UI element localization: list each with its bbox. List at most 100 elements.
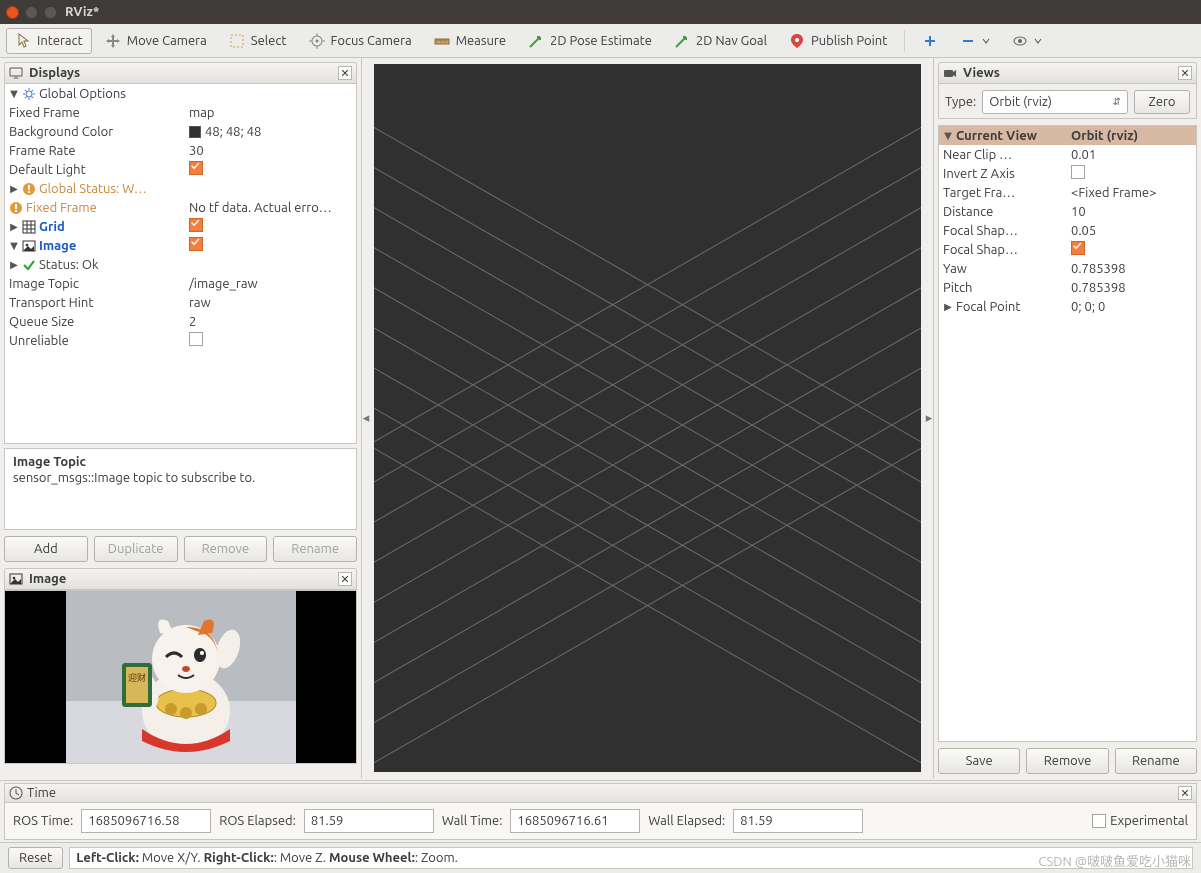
grid-label[interactable]: Grid [39, 220, 65, 234]
type-label: Type: [945, 95, 976, 109]
ros-time-input[interactable]: 1685096716.58 [81, 809, 211, 833]
expander-icon[interactable]: ▶ [943, 301, 953, 313]
invert-z-checkbox[interactable] [1071, 165, 1085, 179]
plus-icon [922, 33, 938, 49]
add-button[interactable]: Add [4, 536, 88, 562]
views-panel-header[interactable]: Views ✕ [938, 62, 1197, 84]
camera-image: 迎财 [5, 591, 356, 763]
status-bar: Reset Left-Click: Move X/Y. Right-Click:… [0, 842, 1201, 873]
image-panel-header[interactable]: Image ✕ [4, 568, 357, 590]
frame-rate-label: Frame Rate [9, 144, 76, 158]
add-tool-button[interactable] [913, 28, 947, 54]
expander-icon[interactable]: ▶ [9, 183, 19, 195]
yaw-value[interactable]: 0.785398 [1067, 262, 1196, 276]
time-close-button[interactable]: ✕ [1178, 786, 1192, 800]
publish-point-button[interactable]: Publish Point [780, 28, 896, 54]
status-hint: Left-Click: Move X/Y. Right-Click:: Move… [69, 847, 1193, 869]
window-maximize-button[interactable] [44, 6, 57, 19]
measure-button[interactable]: Measure [425, 28, 515, 54]
zero-button[interactable]: Zero [1134, 90, 1190, 114]
nav-goal-button[interactable]: 2D Nav Goal [665, 28, 776, 54]
fixed-frame-value[interactable]: map [185, 106, 356, 120]
remove-tool-button[interactable] [951, 28, 999, 54]
warning-icon [9, 201, 23, 215]
select-button[interactable]: Select [220, 28, 296, 54]
window-minimize-button[interactable] [25, 6, 38, 19]
target-frame-value[interactable]: <Fixed Frame> [1067, 186, 1196, 200]
displays-close-button[interactable]: ✕ [338, 66, 352, 80]
ros-elapsed-input[interactable]: 81.59 [304, 809, 434, 833]
image-panel-close-button[interactable]: ✕ [338, 572, 352, 586]
window-title: RViz* [65, 5, 99, 19]
queue-size-value[interactable]: 2 [185, 315, 356, 329]
image-topic-value[interactable]: /image_raw [185, 277, 356, 291]
warning-icon [22, 182, 36, 196]
global-status-label: Global Status: W… [39, 182, 147, 196]
experimental-checkbox[interactable] [1092, 814, 1106, 828]
rename-button[interactable]: Rename [273, 536, 357, 562]
rename-view-button[interactable]: Rename [1115, 748, 1197, 774]
view-type-select[interactable]: Orbit (rviz) ⇵ [982, 90, 1128, 114]
reset-button[interactable]: Reset [8, 847, 63, 869]
bg-color-value[interactable]: 48; 48; 48 [185, 125, 356, 139]
interact-button[interactable]: Interact [6, 28, 92, 54]
image-status-label: Status: Ok [39, 258, 99, 272]
interact-label: Interact [37, 34, 83, 48]
pose-estimate-icon [528, 33, 544, 49]
nav-goal-label: 2D Nav Goal [696, 34, 767, 48]
wall-elapsed-label: Wall Elapsed: [648, 814, 725, 828]
remove-view-button[interactable]: Remove [1026, 748, 1108, 774]
wall-time-input[interactable]: 1685096716.61 [510, 809, 640, 833]
remove-button[interactable]: Remove [184, 536, 268, 562]
default-light-checkbox[interactable] [189, 161, 203, 175]
expander-icon[interactable]: ▶ [9, 259, 19, 271]
invert-z-label: Invert Z Axis [943, 167, 1015, 181]
chevron-up-down-icon: ⇵ [1113, 96, 1121, 108]
image-topic-label: Image Topic [9, 277, 79, 291]
move-camera-icon [105, 33, 121, 49]
grid-checkbox[interactable] [189, 218, 203, 232]
wall-time-label: Wall Time: [442, 814, 503, 828]
pitch-value[interactable]: 0.785398 [1067, 281, 1196, 295]
transport-hint-value[interactable]: raw [185, 296, 356, 310]
focal-shape-size-label: Focal Shap… [943, 224, 1018, 238]
expander-icon[interactable]: ▼ [9, 88, 19, 100]
3d-viewport[interactable] [374, 64, 921, 772]
distance-value[interactable]: 10 [1067, 205, 1196, 219]
right-collapse-handle[interactable]: ▸ [925, 58, 933, 778]
camera-icon [943, 66, 957, 80]
unreliable-checkbox[interactable] [189, 332, 203, 346]
duplicate-button[interactable]: Duplicate [94, 536, 178, 562]
help-body: sensor_msgs::Image topic to subscribe to… [13, 471, 348, 485]
near-clip-value[interactable]: 0.01 [1067, 148, 1196, 162]
focus-camera-label: Focus Camera [331, 34, 412, 48]
displays-panel-header[interactable]: Displays ✕ [4, 62, 357, 84]
measure-icon [434, 33, 450, 49]
left-collapse-handle[interactable]: ◂ [362, 58, 370, 778]
focal-point-value[interactable]: 0; 0; 0 [1067, 300, 1196, 314]
visibility-tool-button[interactable] [1003, 28, 1051, 54]
image-display-label[interactable]: Image [39, 239, 76, 253]
time-panel-header[interactable]: Time ✕ [4, 783, 1197, 803]
focal-point-label: Focal Point [956, 300, 1020, 314]
expander-icon[interactable]: ▼ [9, 240, 19, 252]
time-panel: Time ✕ ROS Time: 1685096716.58 ROS Elaps… [0, 780, 1201, 842]
focal-shape-size-value[interactable]: 0.05 [1067, 224, 1196, 238]
frame-rate-value[interactable]: 30 [185, 144, 356, 158]
wall-elapsed-input[interactable]: 81.59 [733, 809, 863, 833]
expander-icon[interactable]: ▶ [9, 221, 19, 233]
image-panel-title: Image [29, 572, 332, 586]
displays-title: Displays [29, 66, 332, 80]
focal-shape-checkbox[interactable] [1071, 241, 1085, 255]
focus-camera-button[interactable]: Focus Camera [300, 28, 421, 54]
expander-icon[interactable]: ▼ [943, 130, 953, 142]
image-checkbox[interactable] [189, 237, 203, 251]
views-tree[interactable]: ▼Current View Orbit (rviz) Near Clip …0.… [938, 125, 1197, 742]
displays-tree[interactable]: ▼ Global Options Fixed Frame map Backgro… [4, 84, 357, 444]
views-close-button[interactable]: ✕ [1178, 66, 1192, 80]
grid-icon [22, 220, 36, 234]
window-close-button[interactable] [6, 6, 19, 19]
pose-estimate-button[interactable]: 2D Pose Estimate [519, 28, 661, 54]
move-camera-button[interactable]: Move Camera [96, 28, 216, 54]
save-view-button[interactable]: Save [938, 748, 1020, 774]
